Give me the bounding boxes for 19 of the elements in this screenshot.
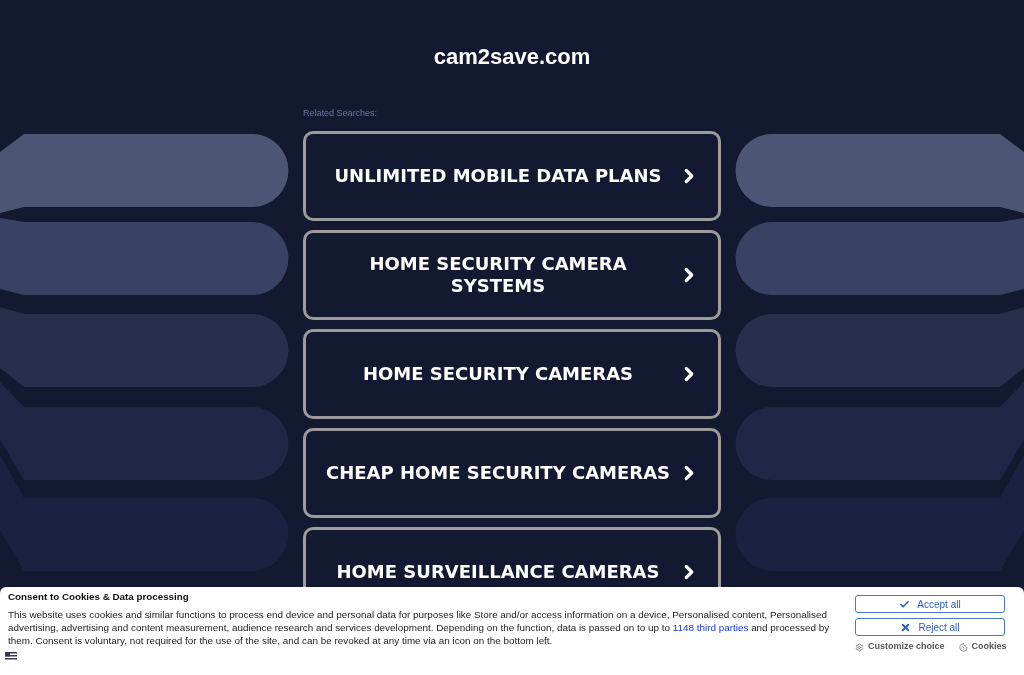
flag-icon bbox=[5, 652, 17, 661]
search-link[interactable]: HOME SURVEILLANCE CAMERAS bbox=[303, 527, 721, 587]
search-link[interactable]: CHEAP HOME SECURITY CAMERAS bbox=[303, 428, 721, 518]
accept-all-button[interactable]: Accept all bbox=[855, 595, 1005, 613]
site-title: cam2save.com bbox=[433, 44, 591, 70]
settings-icon bbox=[855, 642, 864, 652]
consent-text: This website uses cookies and similar functions to process end device and personal data for purposes like Store and/or access information on a device, Personalised content, Personalised advertising, advertising and content measurement, audience research and services development. Depending on the function, data is passed on to up to 1148 third parties and processed by them. Consent is voluntary, not required for the use of the site, and can be revoked at any time via an icon on the bottom left. bbox=[8, 608, 831, 647]
search-link[interactable]: HOME SECURITY CAMERA SYSTEMS bbox=[303, 230, 721, 320]
customize-choice-link[interactable]: Customize choice bbox=[855, 640, 945, 654]
cookies-link[interactable]: Cookies bbox=[958, 640, 1007, 654]
check-icon bbox=[899, 598, 911, 610]
third-parties-link[interactable]: 1148 third parties bbox=[672, 622, 749, 633]
cookie-icon bbox=[958, 642, 968, 652]
reject-all-button[interactable]: Reject all bbox=[855, 618, 1005, 636]
search-link[interactable]: UNLIMITED MOBILE DATA PLANS bbox=[303, 131, 721, 221]
banner-title: Consent to Cookies & Data processing bbox=[8, 590, 190, 604]
section-label: Related Searches: bbox=[303, 108, 378, 119]
search-link[interactable]: HOME SECURITY CAMERAS bbox=[303, 329, 721, 419]
close-icon bbox=[900, 621, 912, 633]
